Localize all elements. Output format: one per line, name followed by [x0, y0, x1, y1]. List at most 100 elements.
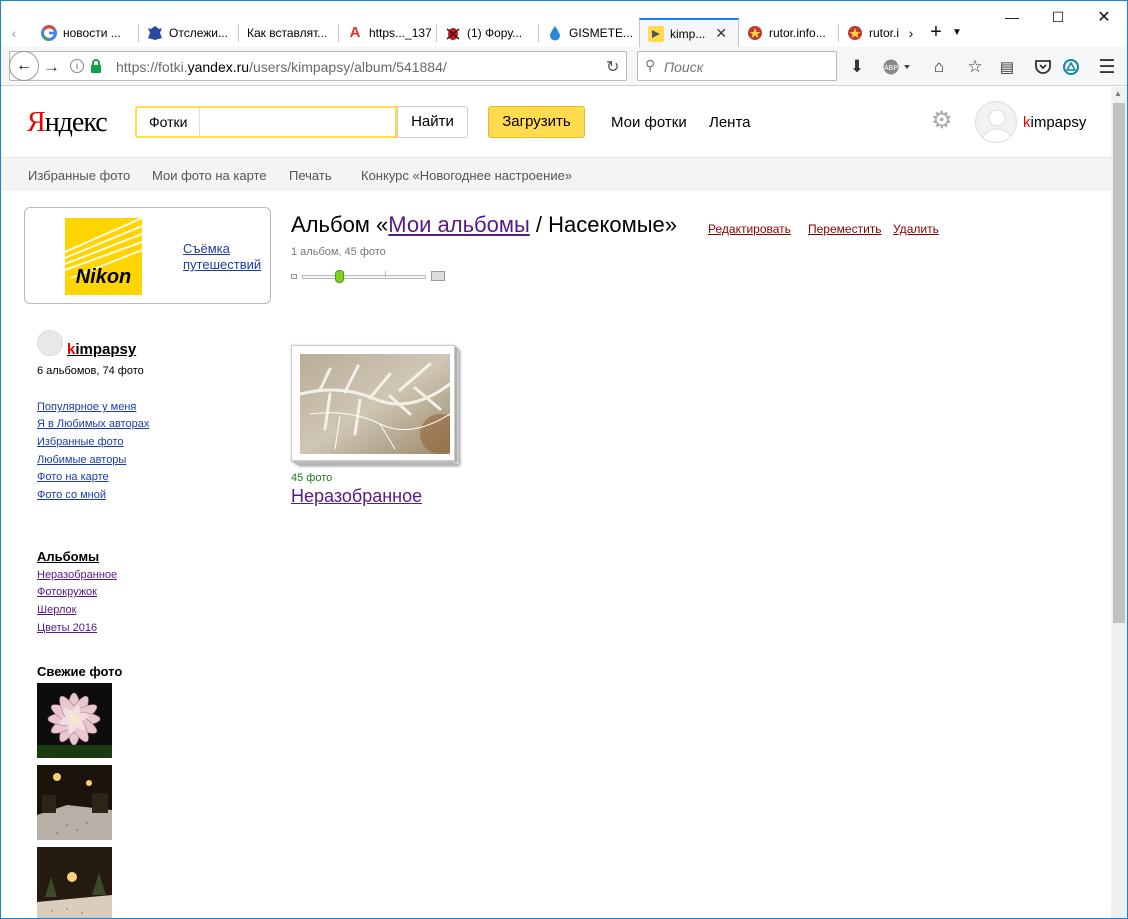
- forward-arrow-icon[interactable]: →: [43, 57, 60, 77]
- album-card[interactable]: [291, 345, 459, 465]
- tab-label: kimp...: [670, 26, 706, 41]
- google-icon: [41, 24, 57, 41]
- download-icon[interactable]: ⬇: [843, 53, 871, 81]
- tab-label: новости ...: [63, 25, 121, 40]
- pocket-icon[interactable]: [1029, 53, 1057, 81]
- move-album-link[interactable]: Переместить: [808, 222, 882, 236]
- tab-label: GISMETE...: [569, 25, 634, 40]
- search-icon: ⚲: [645, 57, 656, 73]
- subnav-print[interactable]: Печать: [289, 168, 332, 183]
- album-link-unsorted[interactable]: Неразобранное: [37, 569, 117, 581]
- drop-icon: [547, 25, 563, 41]
- new-tab-icon[interactable]: +: [923, 18, 949, 47]
- link-favorite-photos[interactable]: Избранные фото: [37, 436, 124, 448]
- url-bar[interactable]: ← → i https://fotki.yandex.ru/users/kimp…: [9, 51, 627, 81]
- tabs-scroll-left-icon[interactable]: ‹: [1, 18, 27, 47]
- info-icon[interactable]: i: [70, 59, 84, 73]
- bookmark-star-icon[interactable]: ☆: [961, 53, 989, 81]
- link-photos-on-map[interactable]: Фото на карте: [37, 471, 109, 483]
- gear-icon[interactable]: ⚙: [931, 109, 955, 133]
- url-text[interactable]: https://fotki.yandex.ru/users/kimpapsy/a…: [116, 59, 447, 75]
- navigation-bar: ← → i https://fotki.yandex.ru/users/kimp…: [1, 47, 1127, 86]
- tab-list-chevron-icon[interactable]: ▼: [947, 18, 967, 47]
- delete-album-link[interactable]: Удалить: [893, 222, 939, 236]
- tab-6[interactable]: GISMETE...: [547, 18, 639, 47]
- search-placeholder: Поиск: [664, 59, 704, 75]
- lock-icon: [90, 59, 102, 78]
- tab-8[interactable]: rutor.info...: [747, 18, 839, 47]
- fresh-photos-heading: Свежие фото: [37, 664, 123, 679]
- album-cover-photo[interactable]: [300, 354, 450, 454]
- subalbum-photo-count: 45 фото: [291, 472, 333, 484]
- fresh-photo-winter-night-2[interactable]: [37, 847, 112, 918]
- album-link-sherlock[interactable]: Шерлок: [37, 604, 76, 616]
- reading-list-icon[interactable]: ▤: [993, 53, 1021, 81]
- maximize-icon[interactable]: ☐: [1035, 1, 1081, 33]
- tab-9[interactable]: rutor.i: [847, 18, 903, 47]
- tab-label: rutor.i: [869, 25, 900, 40]
- tab-5[interactable]: (1) Фору...: [445, 18, 539, 47]
- edit-album-link[interactable]: Редактировать: [708, 222, 791, 236]
- link-popular[interactable]: Популярное у меня: [37, 401, 136, 413]
- letter-a-icon: A: [349, 24, 361, 41]
- browser-window: ‹ новости ... Отслежи... Как вставлят...…: [0, 0, 1128, 919]
- header-username[interactable]: kimpapsy: [1023, 114, 1086, 131]
- scroll-up-icon[interactable]: ▲: [1114, 89, 1122, 98]
- albums-heading[interactable]: Альбомы: [37, 549, 99, 564]
- slider-knob[interactable]: [335, 270, 345, 283]
- user-avatar[interactable]: [37, 330, 63, 356]
- subnav-map[interactable]: Мои фото на карте: [152, 168, 267, 183]
- nikon-logo: Nikon: [65, 218, 142, 295]
- album-link-photoclub[interactable]: Фотокружок: [37, 586, 97, 598]
- tab-label: Отслежи...: [169, 25, 228, 40]
- upload-button[interactable]: Загрузить: [488, 106, 585, 138]
- feed-link[interactable]: Лента: [709, 114, 751, 131]
- link-photos-with-me[interactable]: Фото со мной: [37, 489, 106, 501]
- nikon-brand-text: Nikon: [75, 266, 132, 288]
- subnav-contest[interactable]: Конкурс «Новогоднее настроение»: [361, 168, 572, 183]
- adblock-icon[interactable]: ABP: [881, 53, 915, 81]
- web-page: Яндекс Фотки Найти Загрузить Мои фотки Л…: [1, 87, 1111, 918]
- emblem-icon: [147, 25, 163, 41]
- find-button[interactable]: Найти: [397, 106, 468, 138]
- thumbnail-size-slider[interactable]: [291, 268, 447, 284]
- close-tab-icon[interactable]: ✕: [715, 25, 727, 42]
- album-link-flowers-2016[interactable]: Цветы 2016: [37, 622, 97, 634]
- slider-track[interactable]: [302, 275, 426, 279]
- fresh-photo-flower[interactable]: [37, 683, 112, 758]
- my-albums-link[interactable]: Мои альбомы: [388, 212, 530, 237]
- close-window-icon[interactable]: ✕: [1081, 1, 1127, 33]
- reload-icon[interactable]: ↻: [606, 57, 619, 77]
- ad-link[interactable]: Съёмка путешествий: [183, 241, 261, 273]
- avatar[interactable]: [975, 101, 1017, 143]
- page-scrollbar[interactable]: ▲: [1111, 87, 1127, 918]
- fresh-photo-winter-night-1[interactable]: [37, 765, 112, 840]
- scrollbar-thumb[interactable]: [1113, 103, 1125, 623]
- large-size-icon: [431, 271, 445, 281]
- menu-hamburger-icon[interactable]: ☰: [1093, 53, 1121, 81]
- tab-2[interactable]: Отслежи...: [147, 18, 239, 47]
- tab-7-active[interactable]: kimp... ✕: [639, 18, 739, 47]
- link-favorite-authors[interactable]: Любимые авторы: [37, 454, 126, 466]
- sync-icon[interactable]: [1057, 53, 1085, 81]
- tab-strip: ‹ новости ... Отслежи... Как вставлят...…: [1, 1, 1127, 47]
- user-name-link[interactable]: kimpapsy: [67, 341, 136, 358]
- tab-1[interactable]: новости ...: [41, 18, 139, 47]
- subnav-favorites[interactable]: Избранные фото: [28, 168, 130, 183]
- subalbum-name-link[interactable]: Неразобранное: [291, 486, 422, 507]
- tab-4[interactable]: A https..._137: [347, 18, 437, 47]
- search-bar[interactable]: ⚲ Поиск: [637, 51, 837, 81]
- link-in-favorites[interactable]: Я в Любимых авторах: [37, 418, 149, 430]
- site-search-input[interactable]: Фотки: [135, 106, 397, 138]
- service-tag[interactable]: Фотки: [137, 108, 201, 136]
- tab-3[interactable]: Как вставлят...: [247, 18, 339, 47]
- yandex-logo[interactable]: Яндекс: [27, 107, 108, 139]
- back-arrow-icon[interactable]: ←: [9, 51, 39, 81]
- home-icon[interactable]: ⌂: [925, 53, 953, 81]
- advertisement[interactable]: Nikon Съёмка путешествий: [24, 207, 271, 304]
- tab-label: (1) Фору...: [467, 25, 523, 40]
- site-header: Яндекс Фотки Найти Загрузить Мои фотки Л…: [1, 87, 1111, 157]
- my-photos-link[interactable]: Мои фотки: [611, 114, 687, 131]
- tabs-scroll-right-icon[interactable]: ›: [901, 18, 921, 47]
- minimize-icon[interactable]: —: [989, 1, 1035, 33]
